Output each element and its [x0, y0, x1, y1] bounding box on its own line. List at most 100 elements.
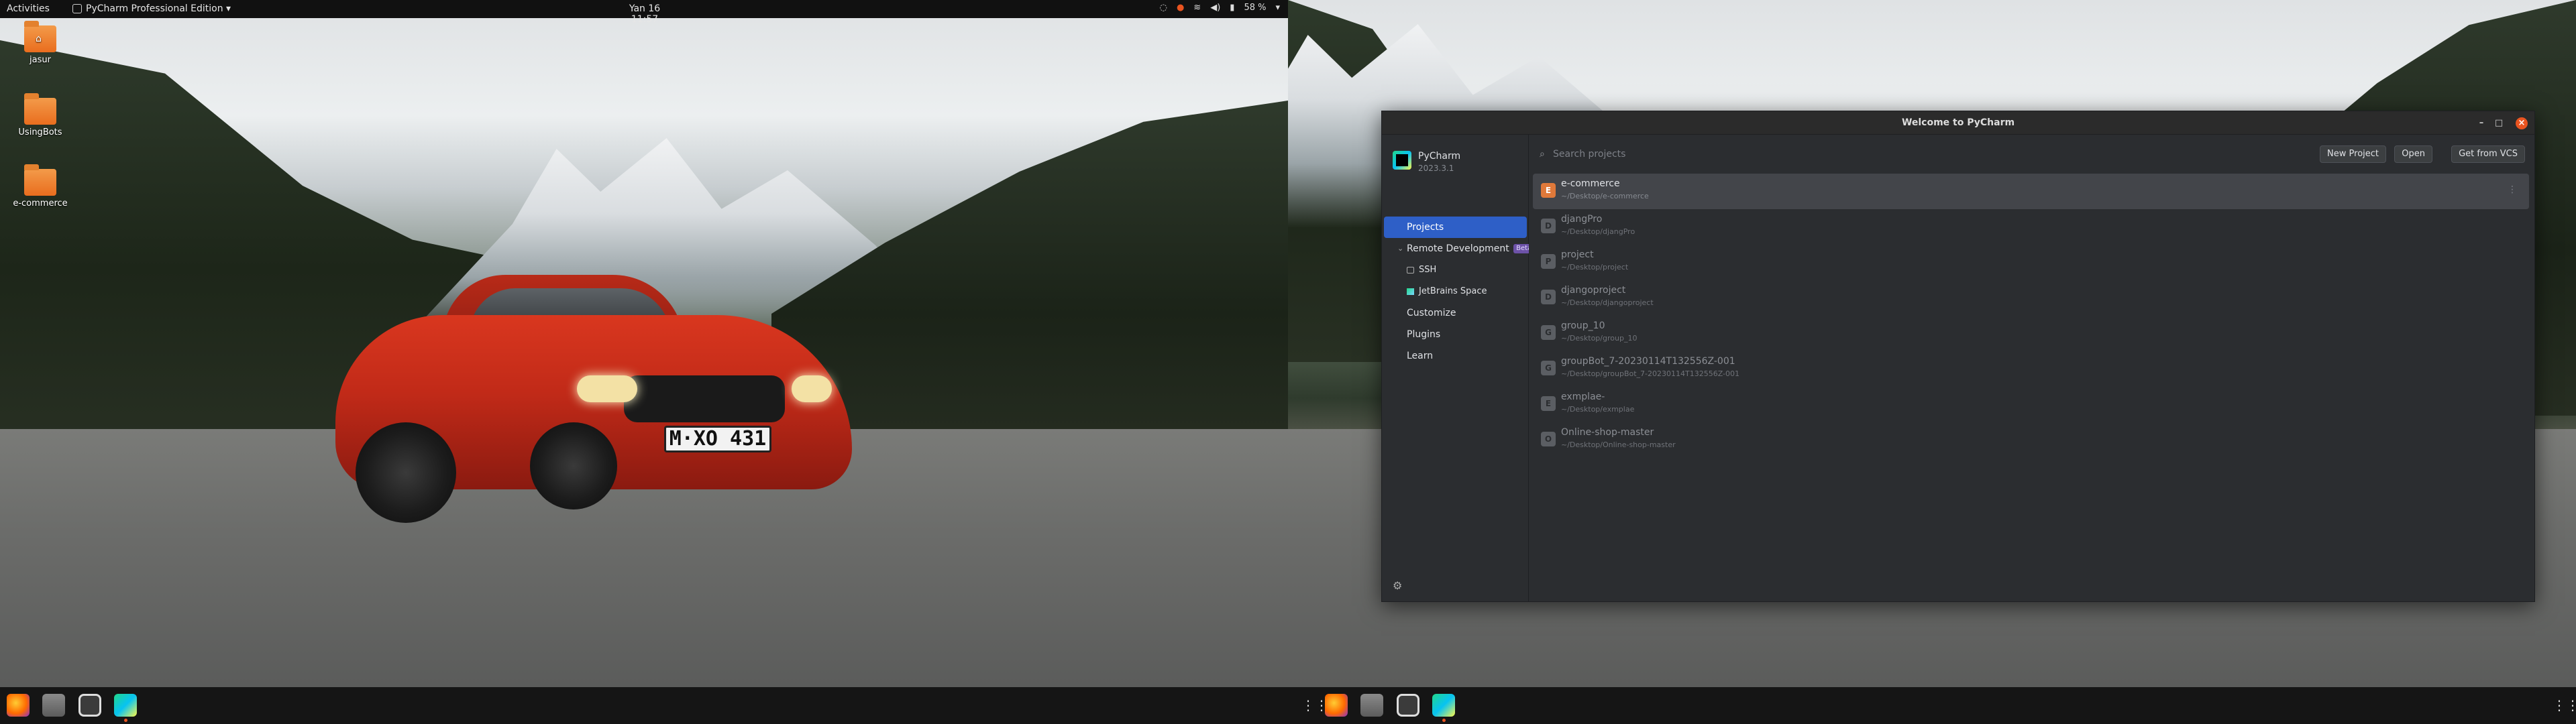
running-indicator [1442, 719, 1446, 722]
sidebar: PyCharm 2023.3.1 Projects ⌄ Remote Devel… [1382, 135, 1535, 601]
gear-icon[interactable]: ⚙ [1393, 579, 1402, 592]
folder-icon [24, 164, 56, 196]
sidebar-item-jetbrains-space[interactable]: JetBrains Space [1384, 281, 1527, 302]
project-list: E e-commerce ~/Desktop/e-commerce ⋮ D dj… [1533, 174, 2529, 458]
search-input[interactable]: ⌕ Search projects [1540, 145, 1808, 163]
desktop-icon-label: jasur [30, 55, 51, 65]
list-item[interactable]: D djangoproject ~/Desktop/djangoproject [1533, 280, 2529, 316]
list-item[interactable]: G groupBot_7-20230114T132556Z-001 ~/Desk… [1533, 351, 2529, 387]
dock [1288, 687, 2576, 724]
minimize-icon[interactable]: – [2475, 117, 2487, 129]
project-name: djangPro [1561, 214, 1603, 225]
pycharm-logo-icon [1393, 151, 1411, 170]
project-name: groupBot_7-20230114T132556Z-001 [1561, 356, 1735, 367]
sidebar-item-ssh[interactable]: SSH [1384, 259, 1527, 281]
sidebar-item-plugins[interactable]: Plugins [1384, 324, 1527, 345]
list-item[interactable]: P project ~/Desktop/project [1533, 245, 2529, 280]
battery-percent: 58 % [1244, 3, 1267, 13]
brand: PyCharm 2023.3.1 [1393, 151, 1460, 173]
project-avatar: G [1541, 361, 1556, 375]
desktop-icon-label: UsingBots [18, 127, 62, 137]
project-name: djangoproject [1561, 285, 1626, 296]
list-item[interactable]: G group_10 ~/Desktop/group_10 [1533, 316, 2529, 351]
list-item[interactable]: E exmplae- ~/Desktop/exmplae [1533, 387, 2529, 422]
license-plate: M·XO 431 [664, 426, 771, 452]
project-path: ~/Desktop/e-commerce [1561, 192, 1649, 200]
open-button[interactable]: Open [2394, 145, 2432, 163]
project-avatar: D [1541, 290, 1556, 304]
clock[interactable]: Yan 16 11:57 [614, 3, 675, 25]
chevron-down-icon[interactable]: ⌄ [1397, 238, 1403, 259]
project-name: e-commerce [1561, 178, 1620, 189]
wifi-icon: ≋ [1193, 3, 1201, 13]
maximize-icon[interactable]: □ [2493, 117, 2505, 129]
pycharm-welcome-window[interactable]: Welcome to PyCharm – □ × PyCharm 2023.3.… [1381, 111, 2535, 602]
project-path: ~/Desktop/groupBot_7-20230114T132556Z-00… [1561, 369, 1740, 378]
show-applications-icon[interactable]: ⋮⋮ [1301, 699, 1328, 712]
record-indicator-icon: ● [1176, 3, 1185, 13]
show-applications-icon[interactable]: ⋮⋮ [2553, 699, 2576, 712]
screenshot-icon[interactable] [78, 694, 101, 717]
project-path: ~/Desktop/djangoproject [1561, 298, 1654, 307]
get-from-vcs-button[interactable]: Get from VCS [2451, 145, 2525, 163]
sidebar-item-label: Remote Development [1407, 243, 1509, 254]
desktop-icon-usingbots[interactable]: UsingBots [12, 93, 68, 137]
close-icon[interactable]: × [2516, 117, 2528, 129]
list-item[interactable]: D djangPro ~/Desktop/djangPro [1533, 209, 2529, 245]
pycharm-icon[interactable] [1432, 694, 1455, 717]
monitor-right: Welcome to PyCharm – □ × PyCharm 2023.3.… [1288, 0, 2576, 724]
project-path: ~/Desktop/project [1561, 263, 1629, 272]
project-name: exmplae- [1561, 391, 1605, 402]
project-avatar: E [1541, 396, 1556, 411]
pycharm-small-icon [72, 4, 82, 13]
system-tray[interactable]: ◌ ● ≋ ◀) ▮ 58 % ▾ [1160, 3, 1280, 13]
project-avatar: G [1541, 325, 1556, 340]
sidebar-item-label: Customize [1407, 308, 1456, 318]
pycharm-icon[interactable] [114, 694, 137, 717]
new-project-button[interactable]: New Project [2320, 145, 2386, 163]
list-item[interactable]: E e-commerce ~/Desktop/e-commerce ⋮ [1533, 174, 2529, 209]
desktop-icon-ecommerce[interactable]: e-commerce [12, 164, 68, 208]
home-folder-icon: ⌂ [24, 21, 56, 52]
volume-icon: ◀) [1210, 3, 1221, 13]
sidebar-item-label: JetBrains Space [1419, 286, 1487, 296]
project-name: Online-shop-master [1561, 427, 1654, 438]
project-avatar: E [1541, 183, 1556, 198]
sidebar-nav: Projects ⌄ Remote Development Beta SSH J… [1382, 217, 1535, 367]
sidebar-item-learn[interactable]: Learn [1384, 345, 1527, 367]
project-path: ~/Desktop/exmplae [1561, 405, 1635, 414]
search-placeholder: Search projects [1553, 149, 1626, 160]
app-menu[interactable]: PyCharm Professional Edition ▾ [72, 3, 231, 14]
window-titlebar[interactable]: Welcome to PyCharm – □ × [1382, 111, 2534, 135]
desktop-icon-home[interactable]: ⌂ jasur [12, 21, 68, 65]
files-icon[interactable] [42, 694, 65, 717]
car-image: M·XO 431 [335, 275, 852, 523]
projects-panel: ⌕ Search projects New Project Open Get f… [1529, 135, 2534, 601]
status-indicator-icon: ◌ [1159, 3, 1167, 13]
folder-icon [24, 93, 56, 125]
firefox-icon[interactable] [7, 694, 30, 717]
screenshot-icon[interactable] [1397, 694, 1419, 717]
top-bar: Activities PyCharm Professional Edition … [0, 0, 1288, 25]
dock [0, 687, 1288, 724]
brand-version: 2023.3.1 [1418, 164, 1454, 173]
terminal-icon [1407, 267, 1414, 274]
firefox-icon[interactable] [1325, 694, 1348, 717]
battery-icon: ▮ [1230, 3, 1235, 13]
sidebar-item-projects[interactable]: Projects [1384, 217, 1527, 238]
sidebar-item-remote-development[interactable]: ⌄ Remote Development Beta [1384, 238, 1535, 259]
more-options-icon[interactable]: ⋮ [2508, 184, 2517, 195]
files-icon[interactable] [1360, 694, 1383, 717]
project-path: ~/Desktop/group_10 [1561, 334, 1638, 343]
window-title: Welcome to PyCharm [1901, 117, 2015, 128]
sidebar-item-label: Learn [1407, 351, 1434, 361]
wallpaper: M·XO 431 [0, 0, 1288, 724]
sidebar-item-label: Projects [1407, 222, 1444, 233]
list-item[interactable]: O Online-shop-master ~/Desktop/Online-sh… [1533, 422, 2529, 458]
project-avatar: O [1541, 432, 1556, 446]
project-name: project [1561, 249, 1594, 260]
sidebar-item-customize[interactable]: Customize [1384, 302, 1527, 324]
sidebar-item-label: SSH [1419, 265, 1437, 275]
app-menu-label: PyCharm Professional Edition ▾ [86, 3, 231, 14]
activities-button[interactable]: Activities [7, 3, 50, 14]
